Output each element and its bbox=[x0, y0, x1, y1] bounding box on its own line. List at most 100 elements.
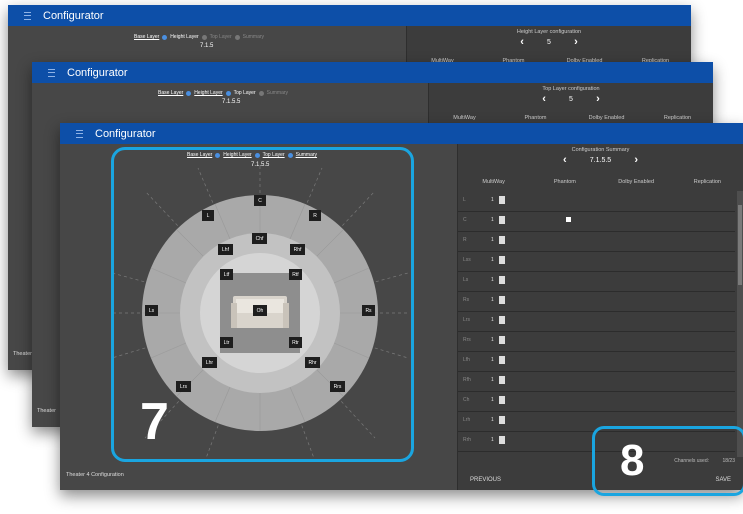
channel-name: Rrh bbox=[463, 437, 472, 443]
multiway-stepper[interactable] bbox=[499, 316, 505, 324]
callout-highlight-footer bbox=[592, 426, 743, 496]
multiway-stepper[interactable] bbox=[499, 296, 505, 304]
footer-label: Theater bbox=[13, 351, 32, 357]
column-header: Phantom bbox=[524, 115, 547, 121]
step-base-layer[interactable]: Base Layer bbox=[158, 90, 183, 96]
step-dot-icon bbox=[258, 90, 264, 96]
config-title: Top Layer configuration bbox=[542, 86, 600, 92]
multiway-stepper[interactable] bbox=[499, 196, 505, 204]
column-header: Replication bbox=[663, 115, 692, 121]
config-value: 5 bbox=[547, 38, 551, 46]
previous-button[interactable]: PREVIOUS bbox=[470, 477, 501, 483]
channel-name: Ch bbox=[463, 397, 470, 403]
multiway-value: 1 bbox=[491, 197, 494, 203]
chevron-right-icon[interactable]: › bbox=[629, 154, 643, 166]
footer-label: Theater bbox=[37, 408, 56, 414]
chevron-right-icon[interactable]: › bbox=[569, 36, 583, 48]
column-header-multiway: MultiWay bbox=[482, 179, 505, 185]
multiway-stepper[interactable] bbox=[499, 256, 505, 264]
callout-number-7: 7 bbox=[140, 393, 169, 451]
step-summary[interactable]: Summary bbox=[243, 34, 264, 40]
step-top-layer[interactable]: Top Layer bbox=[234, 90, 256, 96]
table-row: Ch 1 bbox=[458, 391, 735, 412]
config-title: Configuration Summary bbox=[571, 147, 630, 153]
config-value: 5 bbox=[569, 95, 573, 103]
step-dot-icon bbox=[201, 34, 207, 40]
config-title: Height Layer configuration bbox=[516, 29, 582, 35]
wizard-steps: Base Layer Height Layer Top Layer Summar… bbox=[158, 90, 288, 96]
table-row: Lfh 1 bbox=[458, 351, 735, 372]
multiway-value: 1 bbox=[491, 337, 494, 343]
title-bar: Configurator bbox=[60, 123, 743, 144]
table-scrollbar[interactable] bbox=[737, 191, 743, 457]
table-row: Rrs 1 bbox=[458, 331, 735, 352]
multiway-stepper[interactable] bbox=[499, 276, 505, 284]
step-height-layer[interactable]: Height Layer bbox=[194, 90, 222, 96]
app-title: Configurator bbox=[95, 127, 156, 140]
step-summary[interactable]: Summary bbox=[267, 90, 288, 96]
multiway-value: 1 bbox=[491, 297, 494, 303]
table-row: C 1 bbox=[458, 211, 735, 232]
menu-icon[interactable] bbox=[24, 11, 31, 20]
channel-name: L bbox=[463, 197, 466, 203]
channel-name: Ls bbox=[463, 277, 469, 283]
config-nav: ‹ 5 › bbox=[429, 93, 713, 105]
multiway-value: 1 bbox=[491, 397, 494, 403]
multiway-stepper[interactable] bbox=[499, 416, 505, 424]
channel-name: Lrh bbox=[463, 417, 471, 423]
multiway-stepper[interactable] bbox=[499, 336, 505, 344]
chevron-left-icon[interactable]: ‹ bbox=[515, 36, 529, 48]
config-nav: ‹ 7.1.5.5 › bbox=[458, 154, 743, 166]
multiway-stepper[interactable] bbox=[499, 436, 505, 444]
title-bar: Configurator bbox=[8, 5, 691, 26]
channel-table: L 1 C 1 R 1 Lss 1 Ls 1 Rs 1 Lrs 1 Rrs 1 … bbox=[458, 191, 743, 457]
multiway-value: 1 bbox=[491, 277, 494, 283]
column-header-dolby-enabled: Dolby Enabled bbox=[618, 179, 655, 185]
multiway-stepper[interactable] bbox=[499, 356, 505, 364]
config-value: 7.1.5.5 bbox=[589, 156, 612, 164]
menu-icon[interactable] bbox=[76, 129, 83, 138]
table-row: Rfh 1 bbox=[458, 371, 735, 392]
step-dot-icon bbox=[225, 90, 231, 96]
table-row: Rs 1 bbox=[458, 291, 735, 312]
format-label: 7.1.5.5 bbox=[222, 99, 241, 105]
step-dot-icon bbox=[186, 90, 192, 96]
step-top-layer[interactable]: Top Layer bbox=[210, 34, 232, 40]
scrollbar-thumb[interactable] bbox=[738, 205, 742, 285]
column-headers: MultiWay Phantom Dolby Enabled Replicati… bbox=[429, 115, 713, 121]
format-label: 7.1.5 bbox=[200, 43, 214, 49]
app-title: Configurator bbox=[43, 9, 104, 22]
channel-name: R bbox=[463, 237, 467, 243]
multiway-value: 1 bbox=[491, 377, 494, 383]
multiway-stepper[interactable] bbox=[499, 376, 505, 384]
column-header-phantom: Phantom bbox=[553, 179, 576, 185]
step-base-layer[interactable]: Base Layer bbox=[134, 34, 159, 40]
callout-number-8: 8 bbox=[620, 436, 645, 485]
step-height-layer[interactable]: Height Layer bbox=[170, 34, 198, 40]
config-nav: ‹ 5 › bbox=[407, 36, 691, 48]
channel-name: Lss bbox=[463, 257, 471, 263]
menu-icon[interactable] bbox=[48, 68, 55, 77]
theater-config-label: Theater 4 Configuration bbox=[66, 472, 124, 478]
channel-name: Rs bbox=[463, 297, 470, 303]
multiway-stepper[interactable] bbox=[499, 396, 505, 404]
multiway-stepper[interactable] bbox=[499, 216, 505, 224]
table-row: Lrs 1 bbox=[458, 311, 735, 332]
channel-name: Rrs bbox=[463, 337, 471, 343]
channel-name: Lfh bbox=[463, 357, 470, 363]
multiway-value: 1 bbox=[491, 257, 494, 263]
wizard-steps: Base Layer Height Layer Top Layer Summar… bbox=[134, 34, 264, 40]
column-header: Dolby Enabled bbox=[588, 115, 625, 121]
multiway-value: 1 bbox=[491, 417, 494, 423]
title-bar: Configurator bbox=[32, 62, 713, 83]
chevron-right-icon[interactable]: › bbox=[591, 93, 605, 105]
chevron-left-icon[interactable]: ‹ bbox=[537, 93, 551, 105]
column-header-replication: Replication bbox=[693, 179, 721, 185]
multiway-value: 1 bbox=[491, 317, 494, 323]
multiway-value: 1 bbox=[491, 237, 494, 243]
multiway-stepper[interactable] bbox=[499, 236, 505, 244]
step-dot-icon bbox=[162, 34, 168, 40]
phantom-checkbox[interactable] bbox=[566, 217, 571, 222]
app-title: Configurator bbox=[67, 66, 128, 79]
chevron-left-icon[interactable]: ‹ bbox=[558, 154, 572, 166]
